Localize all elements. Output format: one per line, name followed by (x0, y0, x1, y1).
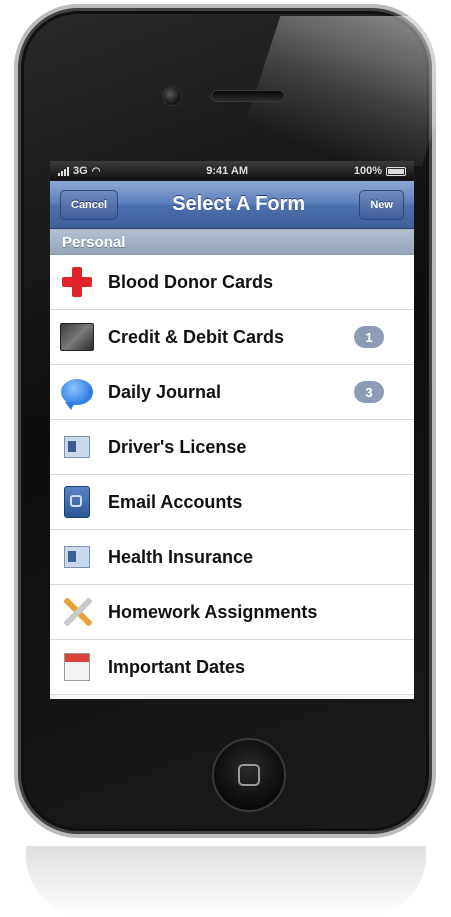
red-cross-icon (60, 265, 94, 299)
phone-reflection (26, 846, 426, 916)
credit-card-icon (60, 320, 94, 354)
section-header-personal: Personal (50, 229, 414, 255)
forms-list: Blood Donor Cards Credit & Debit Cards 1… (50, 255, 414, 695)
navigation-bar: Cancel Select A Form New (50, 181, 414, 229)
battery-percent: 100% (353, 165, 382, 177)
list-item-important-dates[interactable]: Important Dates (50, 640, 414, 695)
list-item-label: Blood Donor Cards (108, 271, 273, 292)
list-item-homework-assignments[interactable]: Homework Assignments (50, 585, 414, 640)
status-bar: 3G ◠ 9:41 AM 100% (50, 161, 414, 181)
wifi-icon: ◠ (91, 165, 101, 177)
phone-screen: 3G ◠ 9:41 AM 100% Cancel Select A Form N… (50, 161, 414, 699)
list-item-label: Homework Assignments (108, 601, 318, 622)
home-button[interactable] (212, 738, 286, 812)
carrier-label: 3G (73, 165, 88, 177)
list-item-health-insurance[interactable]: Health Insurance (50, 530, 414, 585)
list-item-label: Driver's License (108, 436, 247, 457)
list-item-label: Daily Journal (108, 381, 222, 402)
count-badge: 3 (354, 381, 384, 403)
status-time: 9:41 AM (206, 165, 249, 177)
list-item-label: Important Dates (108, 656, 246, 677)
earpiece-speaker (211, 90, 285, 102)
id-card-icon (60, 430, 94, 464)
list-item-label: Credit & Debit Cards (108, 326, 285, 347)
cancel-button[interactable]: Cancel (60, 189, 119, 220)
list-item-blood-donor-cards[interactable]: Blood Donor Cards (50, 255, 414, 310)
count-badge: 1 (354, 326, 384, 348)
home-square-icon (238, 764, 260, 786)
calendar-icon (60, 650, 94, 684)
speech-bubble-icon (60, 375, 94, 410)
email-icon (60, 485, 94, 519)
battery-icon (386, 166, 406, 176)
list-item-label: Health Insurance (108, 546, 254, 567)
page-title: Select A Form (172, 193, 306, 215)
list-item-daily-journal[interactable]: Daily Journal 3 (50, 365, 414, 420)
list-item-credit-debit-cards[interactable]: Credit & Debit Cards 1 (50, 310, 414, 365)
list-item-drivers-license[interactable]: Driver's License (50, 420, 414, 475)
id-card-icon (60, 540, 94, 574)
new-button[interactable]: New (359, 189, 404, 220)
list-item-email-accounts[interactable]: Email Accounts (50, 475, 414, 530)
front-camera (162, 86, 182, 106)
pencil-ruler-icon (60, 595, 94, 629)
signal-icon (58, 166, 69, 176)
list-item-label: Email Accounts (108, 491, 243, 512)
